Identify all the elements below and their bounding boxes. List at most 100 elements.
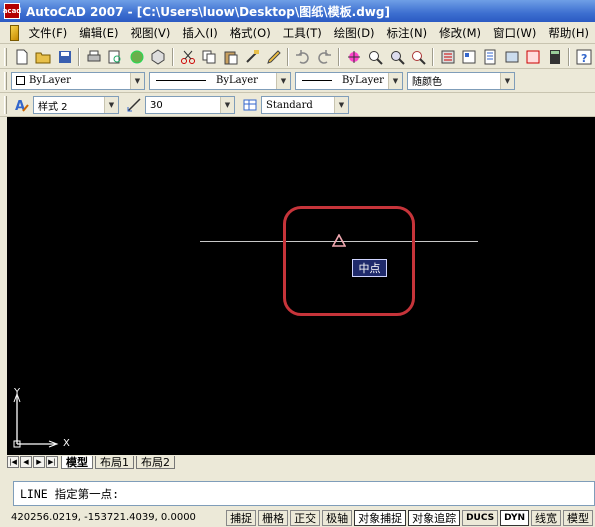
model-toggle[interactable]: 模型 xyxy=(563,509,593,526)
table-style-value: Standard xyxy=(266,99,313,111)
lineweight-toggle[interactable]: 线宽 xyxy=(531,509,561,526)
toolbar-grip[interactable] xyxy=(4,96,7,114)
osnap-toggle[interactable]: 对象捕捉 xyxy=(354,509,407,526)
command-line[interactable]: LINE 指定第一点: xyxy=(13,481,595,506)
toolbar-separator xyxy=(287,47,290,66)
window-title: AutoCAD 2007 - [C:\Users\luow\Desktop\图纸… xyxy=(26,4,390,19)
chevron-down-icon[interactable]: ▼ xyxy=(104,97,118,113)
publish-icon[interactable] xyxy=(127,47,146,67)
toolbar-separator xyxy=(431,47,434,66)
menu-tools[interactable]: 工具(T) xyxy=(277,25,328,41)
text-style-value: 样式 2 xyxy=(38,101,68,113)
dimension-style-icon[interactable] xyxy=(124,95,144,115)
table-style-icon[interactable] xyxy=(240,95,260,115)
toolbar-separator xyxy=(568,47,571,66)
block-editor-icon[interactable] xyxy=(264,47,283,67)
dimension-style-value: 30 xyxy=(150,99,163,111)
title-bar: acad AutoCAD 2007 - [C:\Users\luow\Deskt… xyxy=(0,0,595,22)
toolbar-grip[interactable] xyxy=(4,71,7,90)
pan-icon[interactable] xyxy=(344,47,363,67)
annotation-highlight xyxy=(283,206,415,316)
menu-format[interactable]: 格式(O) xyxy=(224,25,277,41)
undo-icon[interactable] xyxy=(293,47,312,67)
tab-layout1[interactable]: 布局1 xyxy=(95,455,134,469)
text-style-icon[interactable]: A xyxy=(12,95,32,115)
menu-modify[interactable]: 修改(M) xyxy=(433,25,487,41)
standard-toolbar: ? xyxy=(0,45,595,69)
last-tab-icon[interactable]: ▶| xyxy=(46,456,58,468)
command-prompt: LINE 指定第一点: xyxy=(20,486,120,501)
properties-icon[interactable] xyxy=(438,47,457,67)
next-tab-icon[interactable]: ▶ xyxy=(33,456,45,468)
snap-toggle[interactable]: 捕捉 xyxy=(226,509,257,526)
coordinate-display[interactable]: 420256.0219, -153721.4039, 0.0000 xyxy=(9,509,227,526)
toolbar-separator xyxy=(78,47,81,66)
tool-palettes-icon[interactable] xyxy=(481,47,500,67)
color-control[interactable]: ByLayer ▼ xyxy=(11,71,145,90)
otrack-toggle[interactable]: 对象追踪 xyxy=(408,509,461,526)
first-tab-icon[interactable]: |◀ xyxy=(7,456,19,468)
chevron-down-icon[interactable]: ▼ xyxy=(220,97,234,113)
menu-file[interactable]: 文件(F) xyxy=(23,25,74,41)
chevron-down-icon[interactable]: ▼ xyxy=(500,72,514,89)
ortho-toggle[interactable]: 正交 xyxy=(290,509,321,526)
menu-window[interactable]: 窗口(W) xyxy=(487,25,542,41)
document-icon[interactable] xyxy=(10,24,19,41)
calculator-icon[interactable] xyxy=(545,47,564,67)
chevron-down-icon[interactable]: ▼ xyxy=(334,97,348,113)
plot-icon[interactable] xyxy=(84,47,103,67)
dimension-style-control[interactable]: 30 ▼ xyxy=(145,96,235,114)
paste-icon[interactable] xyxy=(221,47,240,67)
drawing-canvas[interactable]: 中点 Y X xyxy=(7,117,595,455)
zoom-realtime-icon[interactable] xyxy=(366,47,385,67)
copy-icon[interactable] xyxy=(199,47,218,67)
plot-style-control[interactable]: 随颜色 ▼ xyxy=(407,71,515,90)
text-style-control[interactable]: 样式 2 ▼ xyxy=(33,96,119,114)
toolbar-separator xyxy=(338,47,341,66)
zoom-previous-icon[interactable] xyxy=(408,47,427,67)
menu-edit[interactable]: 编辑(E) xyxy=(73,25,124,41)
toolbar-grip[interactable] xyxy=(4,47,7,66)
chevron-down-icon[interactable]: ▼ xyxy=(388,72,402,89)
menu-view[interactable]: 视图(V) xyxy=(124,25,176,41)
dyn-toggle[interactable]: DYN xyxy=(500,509,529,526)
new-icon[interactable] xyxy=(12,47,31,67)
linetype-control[interactable]: ByLayer ▼ xyxy=(149,71,291,90)
menu-dimension[interactable]: 标注(N) xyxy=(381,25,434,41)
layout-tab-bar: |◀ ◀ ▶ ▶| 模型 布局1 布局2 xyxy=(7,455,595,469)
grid-toggle[interactable]: 栅格 xyxy=(258,509,289,526)
help-icon[interactable]: ? xyxy=(574,47,593,67)
zoom-window-icon[interactable] xyxy=(387,47,406,67)
design-center-icon[interactable] xyxy=(459,47,478,67)
plot-preview-icon[interactable] xyxy=(106,47,125,67)
redo-icon[interactable] xyxy=(315,47,334,67)
sheet-set-icon[interactable] xyxy=(502,47,521,67)
open-icon[interactable] xyxy=(33,47,52,67)
tab-model[interactable]: 模型 xyxy=(61,455,93,469)
tab-layout2[interactable]: 布局2 xyxy=(136,455,175,469)
lineweight-control[interactable]: ByLayer ▼ xyxy=(295,71,403,90)
ducs-toggle[interactable]: DUCS xyxy=(462,509,499,526)
color-swatch-icon xyxy=(16,76,25,85)
chevron-down-icon[interactable]: ▼ xyxy=(276,72,290,89)
save-icon[interactable] xyxy=(55,47,74,67)
cut-icon[interactable] xyxy=(178,47,197,67)
menu-draw[interactable]: 绘图(D) xyxy=(328,25,381,41)
chevron-down-icon[interactable]: ▼ xyxy=(130,72,144,89)
color-value: ByLayer xyxy=(29,75,71,86)
toolbar-separator xyxy=(172,47,175,66)
table-style-control[interactable]: Standard ▼ xyxy=(261,96,349,114)
linetype-preview xyxy=(156,80,206,81)
match-properties-icon[interactable] xyxy=(242,47,261,67)
properties-toolbar: ByLayer ▼ ByLayer ▼ ByLayer ▼ 随颜色 ▼ xyxy=(0,69,595,93)
menu-bar: 文件(F) 编辑(E) 视图(V) 插入(I) 格式(O) 工具(T) 绘图(D… xyxy=(0,22,595,44)
status-bar: 420256.0219, -153721.4039, 0.0000 捕捉 栅格 … xyxy=(0,508,595,527)
polar-toggle[interactable]: 极轴 xyxy=(322,509,353,526)
menu-insert[interactable]: 插入(I) xyxy=(176,25,223,41)
markup-icon[interactable] xyxy=(524,47,543,67)
previous-tab-icon[interactable]: ◀ xyxy=(20,456,32,468)
ucs-x-label: X xyxy=(63,438,70,449)
3d-dwf-icon[interactable] xyxy=(149,47,168,67)
ucs-y-label: Y xyxy=(14,387,21,398)
menu-help[interactable]: 帮助(H) xyxy=(542,25,595,41)
